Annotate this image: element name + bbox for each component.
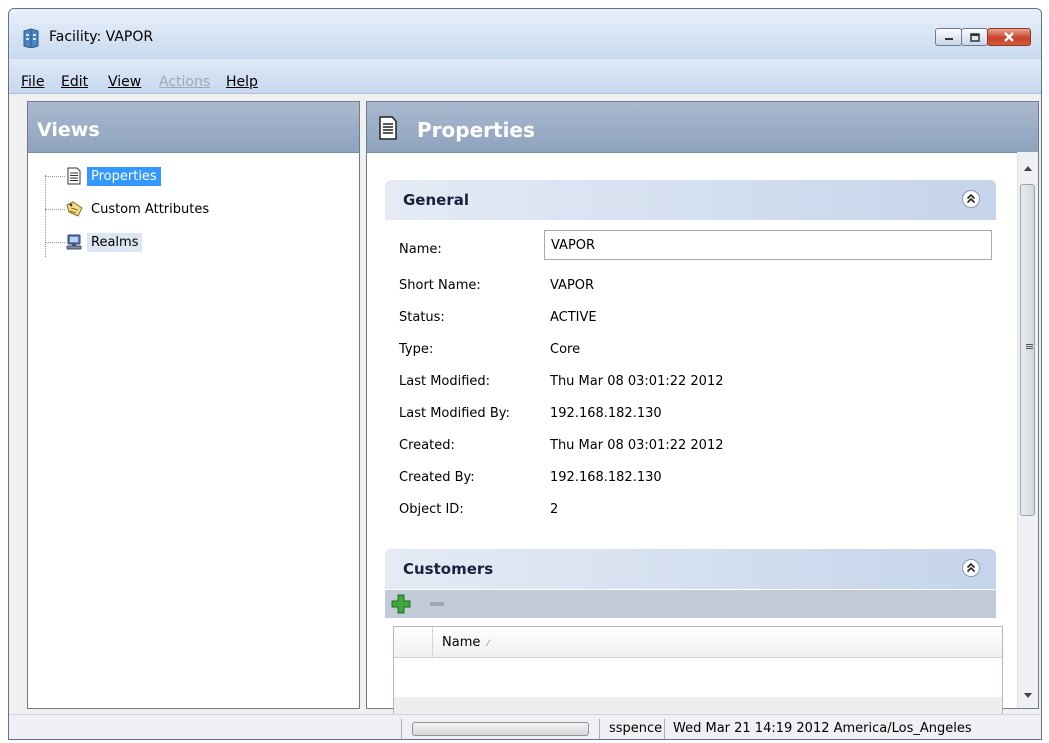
type-value: Core xyxy=(550,342,581,357)
properties-header: Properties xyxy=(367,102,1038,153)
vertical-scrollbar[interactable] xyxy=(1017,152,1038,708)
status-value: ACTIVE xyxy=(550,310,597,325)
menu-file-label: File xyxy=(21,74,45,90)
tree-label-realms: Realms xyxy=(87,232,143,252)
window-title: Facility: VAPOR xyxy=(49,29,154,45)
tree-item-custom-attributes[interactable]: Custom Attributes xyxy=(45,197,213,221)
customers-title: Customers xyxy=(403,560,494,578)
minimize-icon xyxy=(944,38,953,40)
status-bar: sspence Wed Mar 21 14:19 2012 America/Lo… xyxy=(9,714,1041,739)
customers-toolbar xyxy=(385,590,996,618)
grip-icon xyxy=(1026,343,1033,350)
minus-icon[interactable] xyxy=(429,600,445,608)
facility-window: Facility: VAPOR File Edit View Actions H… xyxy=(8,8,1042,740)
computer-icon xyxy=(66,234,82,250)
menu-help-label: Help xyxy=(226,74,258,90)
object-id-label: Object ID: xyxy=(399,502,464,517)
menu-file[interactable]: File xyxy=(21,74,44,90)
facility-icon xyxy=(23,28,39,48)
last-modified-by-value: 192.168.182.130 xyxy=(550,406,662,421)
created-label: Created: xyxy=(399,438,455,453)
name-label: Name: xyxy=(399,242,442,257)
last-modified-label: Last Modified: xyxy=(399,374,491,389)
customers-section-header[interactable]: Customers xyxy=(385,549,996,589)
maximize-icon xyxy=(969,32,980,42)
status-separator xyxy=(401,719,402,739)
customers-table: Name ⁄ xyxy=(393,626,1003,728)
close-icon xyxy=(1004,32,1014,42)
customers-table-header: Name ⁄ xyxy=(394,627,1002,658)
menu-actions[interactable]: Actions xyxy=(159,74,210,90)
scroll-up-arrow-icon[interactable] xyxy=(1024,166,1032,171)
tag-icon xyxy=(66,201,83,217)
column-header-name-label: Name xyxy=(442,635,481,650)
collapse-up-icon xyxy=(966,193,976,204)
general-section-header[interactable]: General xyxy=(385,180,996,220)
views-tree: Properties Custom Attributes Realms xyxy=(28,152,359,708)
menu-edit-label: Edit xyxy=(61,74,89,90)
status-datetime: Wed Mar 21 14:19 2012 America/Los_Angele… xyxy=(673,721,972,736)
sort-icon: ⁄ xyxy=(487,639,490,649)
tree-branch xyxy=(45,175,65,177)
object-id-value: 2 xyxy=(550,502,559,517)
status-separator xyxy=(664,719,665,739)
properties-pane: Properties General Name: Short Name: VAP… xyxy=(366,101,1039,728)
views-title: Views xyxy=(37,119,100,141)
type-label: Type: xyxy=(399,342,434,357)
close-button[interactable] xyxy=(987,28,1031,46)
short-name-label: Short Name: xyxy=(399,278,481,293)
document-icon xyxy=(379,116,397,140)
menu-edit[interactable]: Edit xyxy=(61,74,88,90)
menu-actions-label: Actions xyxy=(159,74,211,90)
row-selector-column xyxy=(394,627,433,657)
views-pane: Views Properties Custom Attributes Realm… xyxy=(27,101,360,709)
status-user: sspence xyxy=(609,721,663,736)
scroll-thumb[interactable] xyxy=(1020,184,1035,516)
tree-item-realms[interactable]: Realms xyxy=(45,230,143,254)
general-collapse-button[interactable] xyxy=(962,190,980,208)
menu-view-label: View xyxy=(108,74,142,90)
collapse-up-icon xyxy=(966,562,976,573)
menu-view[interactable]: View xyxy=(108,74,141,90)
menu-help[interactable]: Help xyxy=(226,74,258,90)
created-by-label: Created By: xyxy=(399,470,475,485)
name-field[interactable] xyxy=(544,230,992,260)
scroll-down-arrow-icon[interactable] xyxy=(1024,693,1032,698)
maximize-button[interactable] xyxy=(961,28,988,46)
status-separator xyxy=(599,719,600,739)
last-modified-value: Thu Mar 08 03:01:22 2012 xyxy=(550,374,724,389)
progress-bar xyxy=(412,722,589,736)
last-modified-by-label: Last Modified By: xyxy=(399,406,510,421)
created-value: Thu Mar 08 03:01:22 2012 xyxy=(550,438,724,453)
short-name-value: VAPOR xyxy=(550,278,595,293)
column-header-name[interactable]: Name ⁄ xyxy=(442,635,489,650)
title-bar[interactable]: Facility: VAPOR xyxy=(9,9,1041,59)
tree-label-custom-attributes: Custom Attributes xyxy=(91,201,210,217)
customers-collapse-button[interactable] xyxy=(962,559,980,577)
tree-label-properties: Properties xyxy=(87,166,161,186)
tree-item-properties[interactable]: Properties xyxy=(45,164,161,188)
document-icon xyxy=(67,167,81,185)
plus-icon[interactable] xyxy=(391,594,411,614)
created-by-value: 192.168.182.130 xyxy=(550,470,662,485)
tree-branch xyxy=(45,208,65,210)
properties-title: Properties xyxy=(417,118,535,142)
general-title: General xyxy=(403,191,469,209)
tree-branch xyxy=(45,241,65,243)
menu-bar: File Edit View Actions Help xyxy=(9,59,1041,94)
minimize-button[interactable] xyxy=(935,28,962,46)
status-label: Status: xyxy=(399,310,445,325)
views-header: Views xyxy=(28,102,359,153)
